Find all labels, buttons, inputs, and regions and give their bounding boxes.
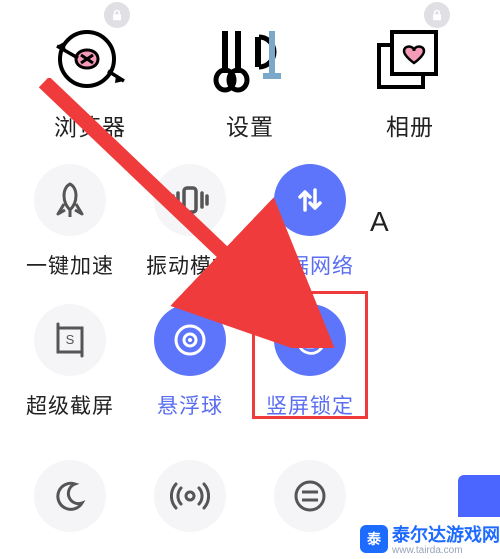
svg-text:S: S bbox=[66, 332, 75, 347]
moon-icon bbox=[34, 460, 106, 532]
toggle-label: 超级截屏 bbox=[26, 390, 114, 420]
toggle-label: 数据网络 bbox=[266, 250, 354, 280]
quick-settings-grid: 一键加速 振动模式 数据网络 A S 超级截屏 bbox=[0, 152, 500, 532]
app-label: 相册 bbox=[386, 108, 434, 142]
app-label: 浏览器 bbox=[54, 108, 126, 142]
toggle-night-mode[interactable] bbox=[10, 432, 130, 532]
font-size-button[interactable]: A bbox=[370, 152, 391, 292]
app-gallery[interactable]: 相册 bbox=[330, 0, 490, 142]
toggle-mobile-data[interactable]: 数据网络 bbox=[250, 152, 370, 292]
toggle-floating-ball[interactable]: 悬浮球 bbox=[130, 292, 250, 432]
hotspot-icon bbox=[154, 460, 226, 532]
toggle-hotspot[interactable] bbox=[130, 432, 250, 532]
app-label: 设置 bbox=[226, 108, 274, 142]
scroll-indicator bbox=[458, 475, 500, 523]
browser-icon bbox=[50, 26, 130, 94]
app-browser[interactable]: 浏览器 bbox=[10, 0, 170, 142]
apps-row: 浏览器 设置 bbox=[0, 0, 500, 152]
vibrate-icon bbox=[154, 164, 226, 236]
lock-icon bbox=[104, 2, 130, 28]
toggle-one-tap-boost[interactable]: 一键加速 bbox=[10, 152, 130, 292]
target-icon bbox=[154, 304, 226, 376]
rocket-icon bbox=[34, 164, 106, 236]
toggle-portrait-lock[interactable]: 竖屏锁定 bbox=[250, 292, 370, 432]
toggle-super-screenshot[interactable]: S 超级截屏 bbox=[10, 292, 130, 432]
settings-icon bbox=[210, 26, 290, 94]
screenshot-icon: S bbox=[34, 304, 106, 376]
watermark-badge: 泰 bbox=[360, 525, 388, 553]
watermark: 泰 泰尔达游戏网 www.tairda.com bbox=[344, 517, 500, 559]
lock-icon bbox=[424, 2, 450, 28]
toggle-label: 竖屏锁定 bbox=[266, 390, 354, 420]
toggle-vibration-mode[interactable]: 振动模式 bbox=[130, 152, 250, 292]
watermark-title: 泰尔达游戏网 bbox=[392, 521, 500, 547]
gallery-icon bbox=[370, 26, 450, 94]
rotation-lock-icon bbox=[274, 304, 346, 376]
data-arrows-icon bbox=[274, 164, 346, 236]
more-icon bbox=[274, 460, 346, 532]
font-size-label: A bbox=[370, 206, 389, 238]
app-settings[interactable]: 设置 bbox=[170, 0, 330, 142]
toggle-label: 振动模式 bbox=[146, 250, 234, 280]
toggle-label: 悬浮球 bbox=[157, 390, 223, 420]
toggle-label: 一键加速 bbox=[26, 250, 114, 280]
